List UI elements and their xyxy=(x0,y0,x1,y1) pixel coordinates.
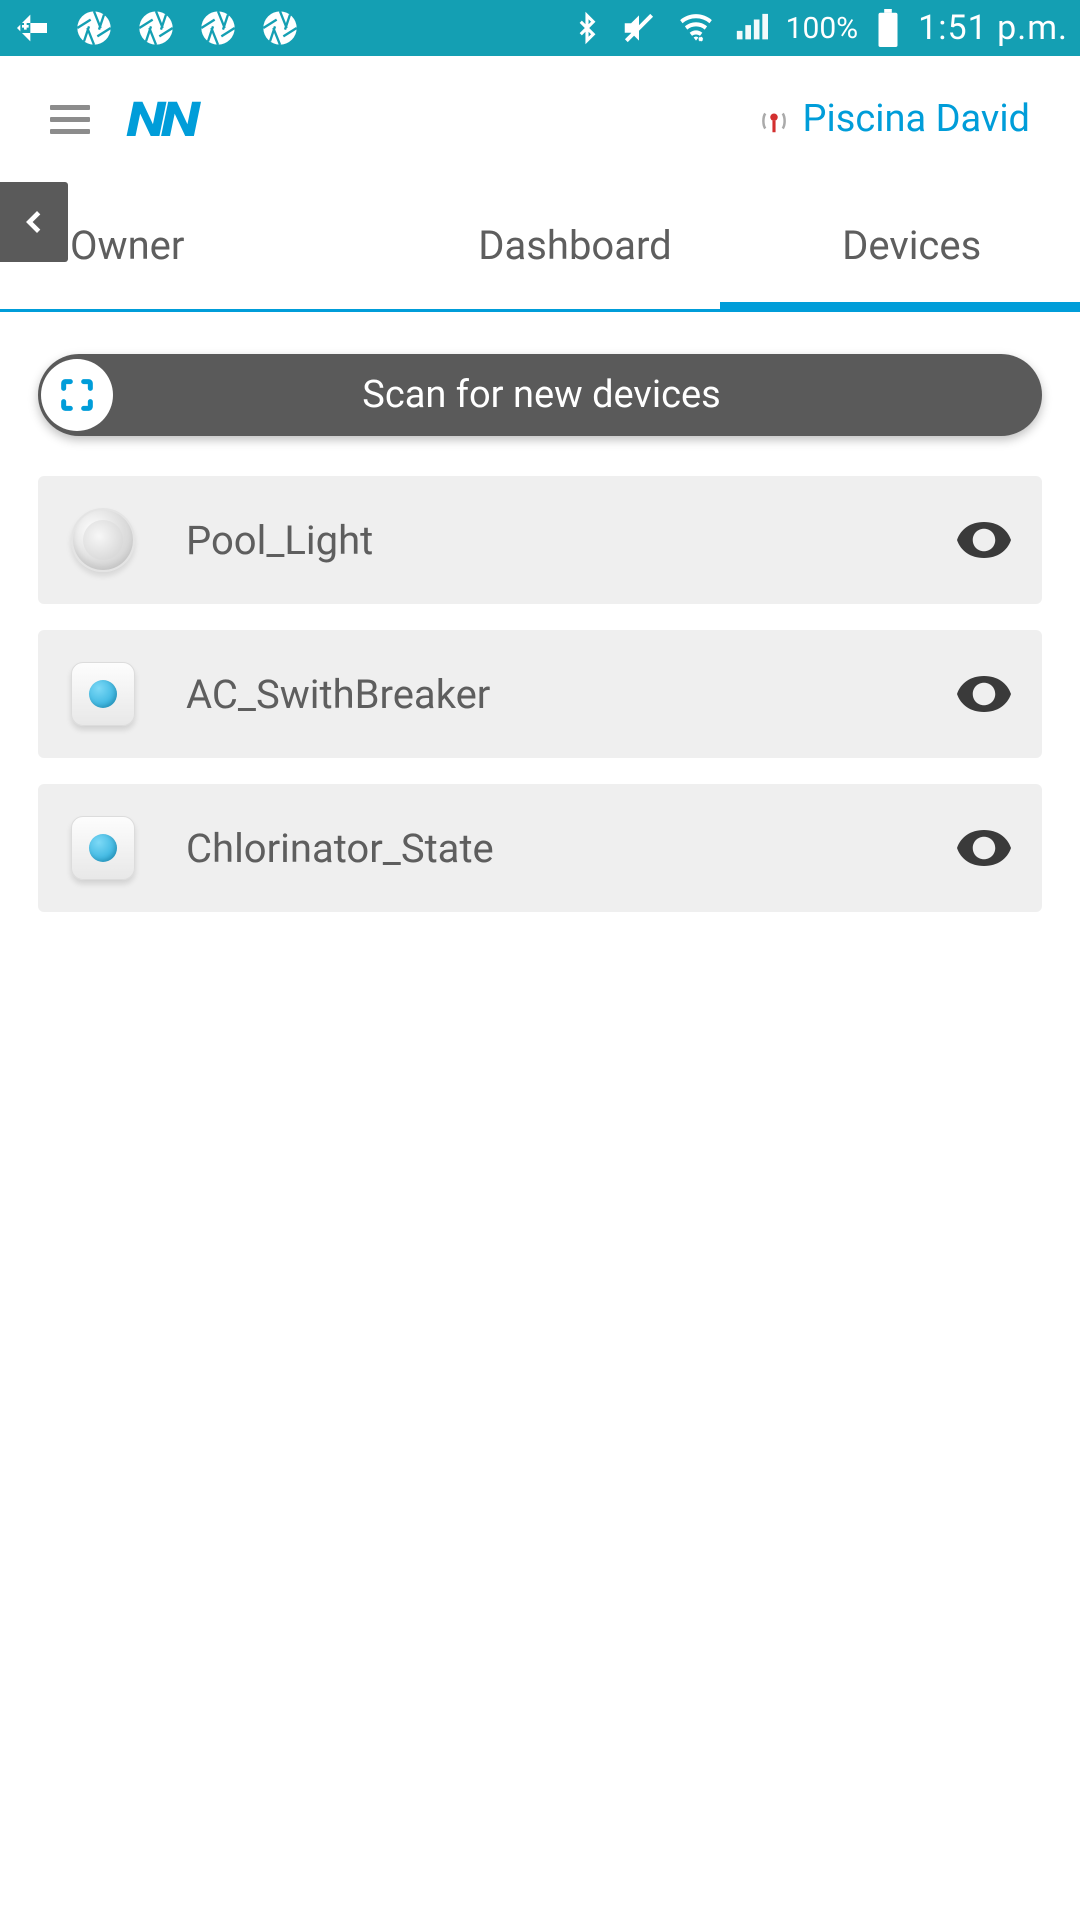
scan-button[interactable]: Scan for new devices xyxy=(38,354,1042,436)
tab-dashboard[interactable]: Dashboard xyxy=(407,182,744,309)
device-row[interactable]: AC_SwithBreaker xyxy=(38,630,1042,758)
tab-label: Dashboard xyxy=(478,222,671,269)
tab-label: Devices xyxy=(842,222,981,269)
aperture-icon xyxy=(136,8,176,48)
switch-device-icon xyxy=(68,659,138,729)
app-logo: NN xyxy=(126,91,195,148)
bluetooth-icon xyxy=(572,9,602,47)
wifi-icon xyxy=(676,9,716,47)
aperture-icon xyxy=(74,8,114,48)
menu-button[interactable] xyxy=(50,105,90,134)
tab-devices[interactable]: Devices xyxy=(743,182,1080,309)
device-row[interactable]: Pool_Light xyxy=(38,476,1042,604)
aperture-icon xyxy=(260,8,300,48)
pool-selector[interactable]: Piscina David xyxy=(759,97,1030,141)
status-left xyxy=(12,8,300,48)
antenna-icon xyxy=(759,104,789,134)
battery-icon xyxy=(876,9,900,47)
status-bar: 100% 1:51 p.m. xyxy=(0,0,1080,56)
device-name-label: AC_SwithBreaker xyxy=(186,671,956,718)
device-list: Pool_Light AC_SwithBreaker Chlorinator_S… xyxy=(38,476,1042,912)
pool-light-icon xyxy=(68,505,138,575)
device-row[interactable]: Chlorinator_State xyxy=(38,784,1042,912)
pool-name-label: Piscina David xyxy=(803,97,1030,141)
aperture-icon xyxy=(198,8,238,48)
switch-device-icon xyxy=(68,813,138,883)
visibility-icon[interactable] xyxy=(956,512,1012,568)
clock-time: 1:51 p.m. xyxy=(918,8,1068,48)
notification-plus-icon xyxy=(12,8,52,48)
battery-percent: 100% xyxy=(786,11,859,46)
tabs-bar: Owner Dashboard Devices xyxy=(0,182,1080,312)
app-header: NN Piscina David xyxy=(0,56,1080,182)
tab-owner[interactable]: Owner xyxy=(0,182,407,309)
tab-label: Owner xyxy=(70,222,184,269)
scan-icon xyxy=(41,359,113,431)
device-name-label: Chlorinator_State xyxy=(186,825,956,872)
status-right: 100% 1:51 p.m. xyxy=(572,8,1068,48)
mute-icon xyxy=(620,9,658,47)
visibility-icon[interactable] xyxy=(956,820,1012,876)
visibility-icon[interactable] xyxy=(956,666,1012,722)
scan-button-label: Scan for new devices xyxy=(113,373,1042,417)
content-area: Scan for new devices Pool_Light AC_Swith… xyxy=(0,312,1080,954)
active-tab-indicator xyxy=(720,302,1080,312)
signal-icon xyxy=(734,11,768,45)
device-name-label: Pool_Light xyxy=(186,517,956,564)
